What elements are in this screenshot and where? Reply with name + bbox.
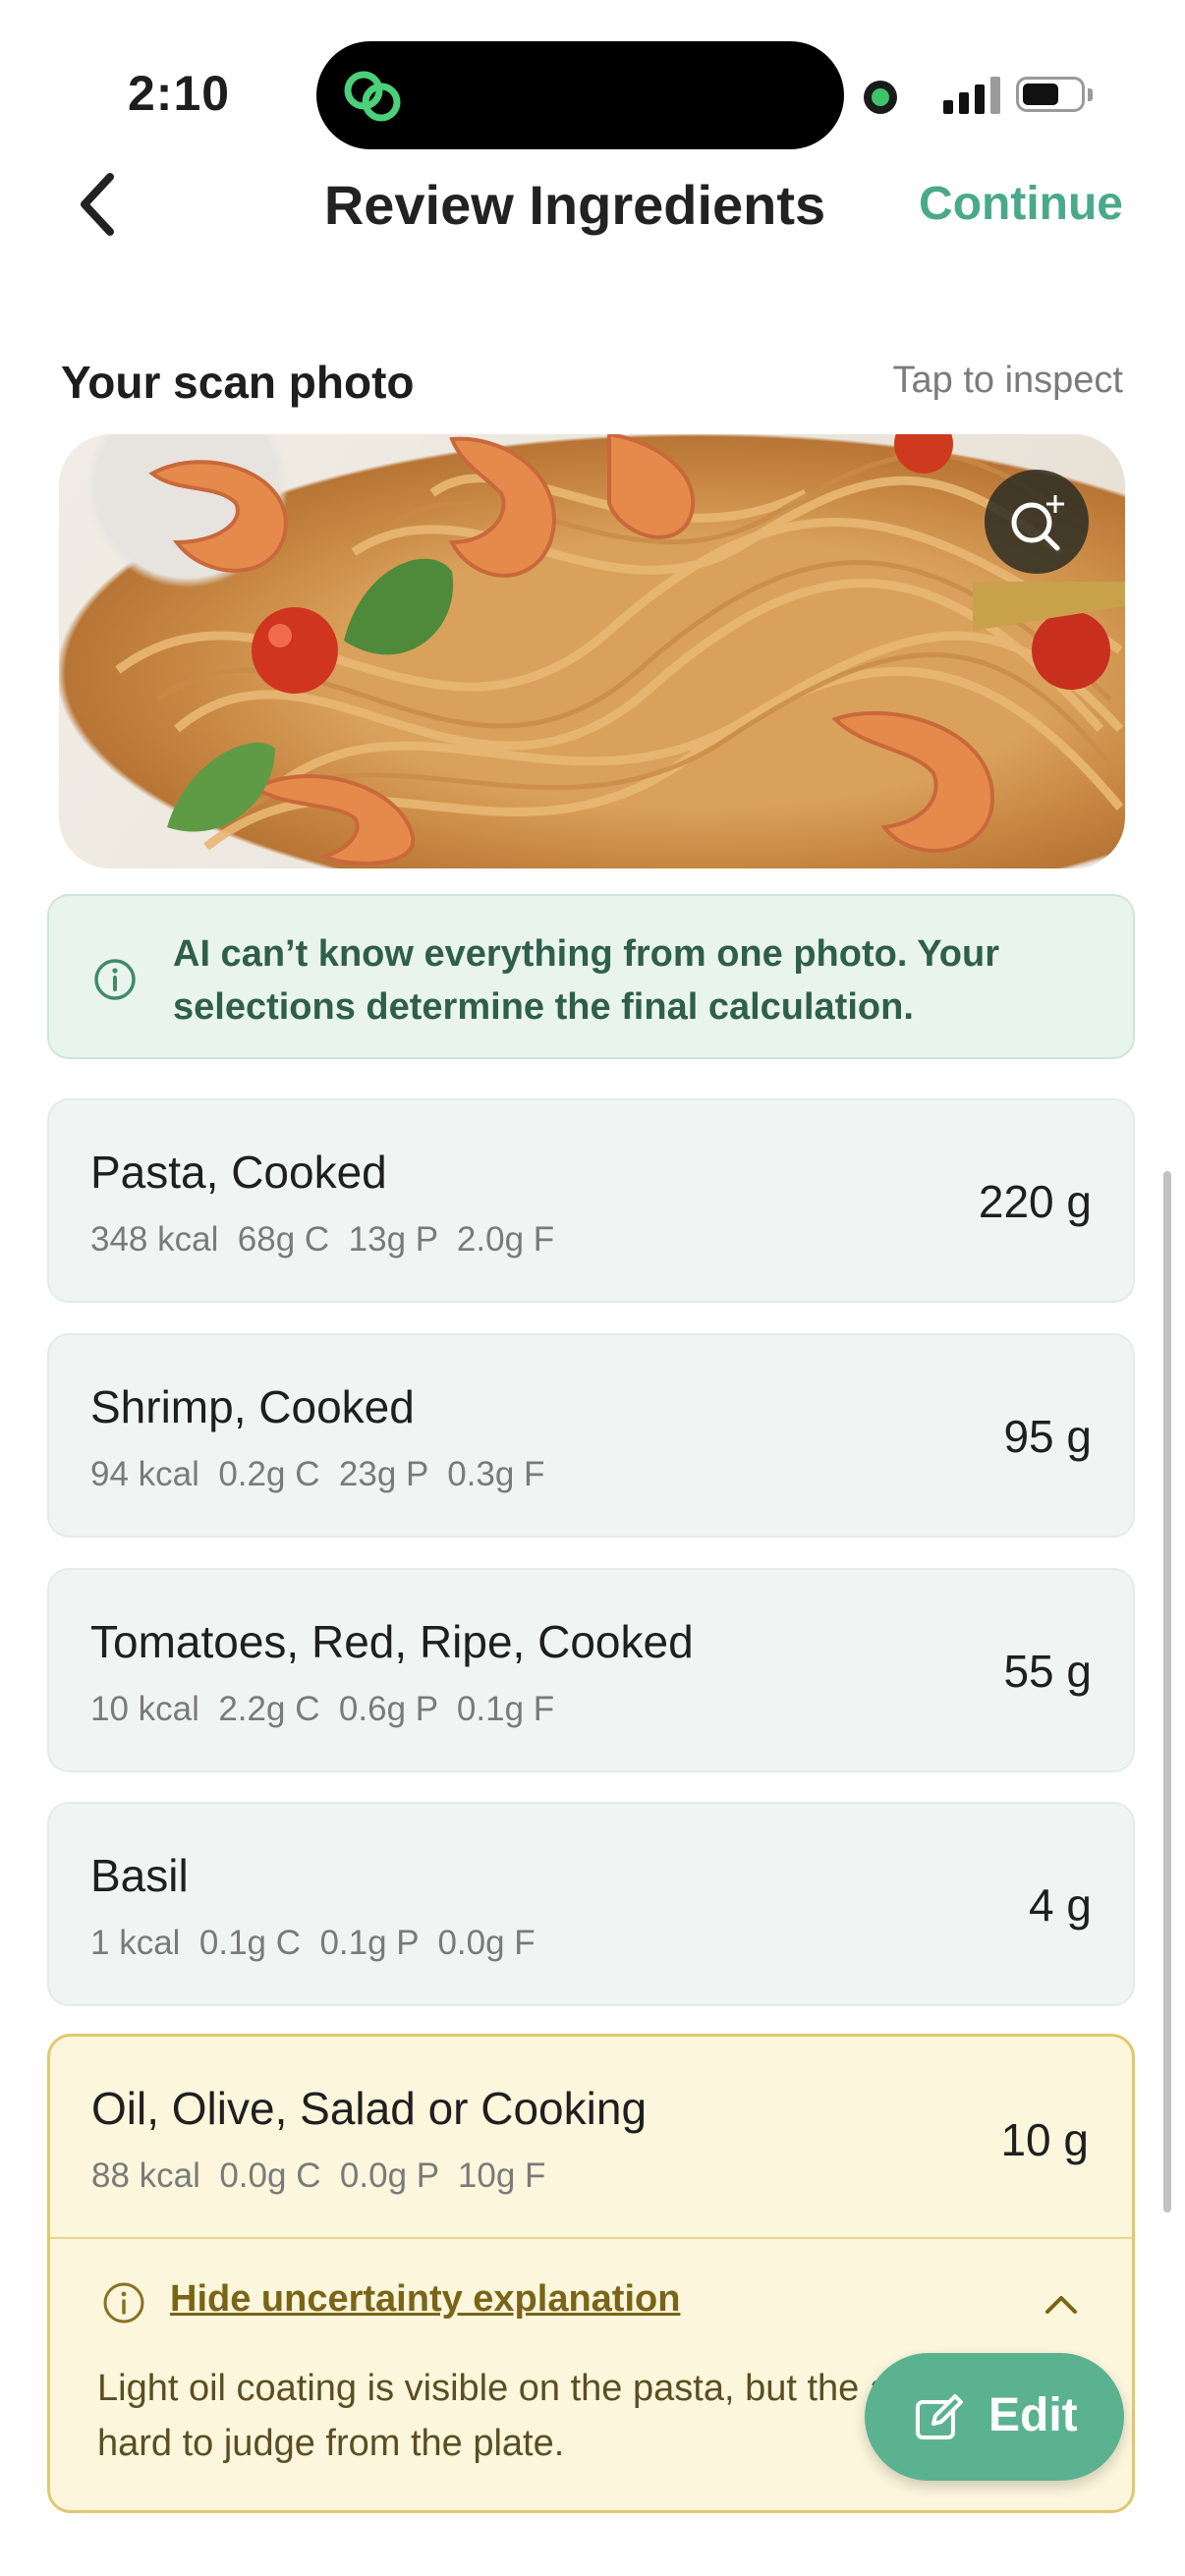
ingredient-name: Basil: [90, 1850, 189, 1901]
ingredient-macros: 10 kcal 2.2g C 0.6g P 0.1g F: [90, 1690, 555, 1728]
ingredient-name: Shrimp, Cooked: [90, 1381, 415, 1432]
app-link-icon: [344, 71, 401, 122]
zoom-in-icon: [1011, 495, 1064, 551]
edit-icon: [916, 2394, 963, 2439]
ingredient-name: Tomatoes, Red, Ripe, Cooked: [90, 1616, 694, 1667]
ingredient-macros: 88 kcal 0.0g C 0.0g P 10g F: [91, 2156, 546, 2195]
scan-photo-title: Your scan photo: [61, 357, 415, 408]
status-time: 2:10: [128, 66, 231, 121]
ingredient-macros: 94 kcal 0.2g C 23g P 0.3g F: [90, 1455, 545, 1493]
ingredient-quantity[interactable]: 55 g: [1003, 1645, 1092, 1698]
camera-indicator-icon: [864, 81, 897, 114]
card-divider: [50, 2237, 1132, 2239]
ingredient-card[interactable]: Basil 1 kcal 0.1g C 0.1g P 0.0g F 4 g: [47, 1802, 1135, 2006]
ingredient-quantity[interactable]: 95 g: [1003, 1410, 1092, 1463]
cellular-signal-icon: [943, 75, 1002, 114]
ingredient-macros: 348 kcal 68g C 13g P 2.0g F: [90, 1220, 555, 1259]
scrollbar[interactable]: [1163, 1171, 1171, 2212]
battery-cap: [1088, 88, 1093, 101]
ingredient-card[interactable]: Tomatoes, Red, Ripe, Cooked 10 kcal 2.2g…: [47, 1568, 1135, 1772]
continue-button[interactable]: Continue: [919, 177, 1123, 231]
ingredient-name: Pasta, Cooked: [90, 1147, 387, 1198]
ingredient-quantity[interactable]: 4 g: [1029, 1878, 1092, 1932]
ingredient-card[interactable]: Pasta, Cooked 348 kcal 68g C 13g P 2.0g …: [47, 1098, 1135, 1303]
info-icon: [94, 959, 136, 1000]
ingredient-quantity[interactable]: 220 g: [979, 1175, 1092, 1228]
battery-icon: [1016, 77, 1085, 112]
ingredient-card[interactable]: Shrimp, Cooked 94 kcal 0.2g C 23g P 0.3g…: [47, 1333, 1135, 1538]
pasta-photo-illustration: [115, 434, 1125, 866]
zoom-inspect-button[interactable]: [985, 470, 1089, 574]
tap-to-inspect-hint: Tap to inspect: [892, 360, 1123, 401]
dynamic-island: [316, 41, 844, 149]
info-banner-text: AI can’t know everything from one photo.…: [173, 933, 999, 1028]
ingredient-quantity[interactable]: 10 g: [1000, 2113, 1089, 2166]
info-icon: [103, 2282, 144, 2324]
ingredient-macros: 1 kcal 0.1g C 0.1g P 0.0g F: [90, 1924, 536, 1962]
ingredient-name: Oil, Olive, Salad or Cooking: [91, 2083, 648, 2134]
scan-photo[interactable]: [59, 434, 1125, 868]
edit-button-label: Edit: [988, 2389, 1078, 2441]
edit-button[interactable]: Edit: [865, 2353, 1124, 2481]
ai-info-banner: AI can’t know everything from one photo.…: [47, 894, 1135, 1059]
chevron-up-icon[interactable]: [1042, 2288, 1081, 2318]
hide-uncertainty-toggle[interactable]: Hide uncertainty explanation: [170, 2278, 680, 2321]
